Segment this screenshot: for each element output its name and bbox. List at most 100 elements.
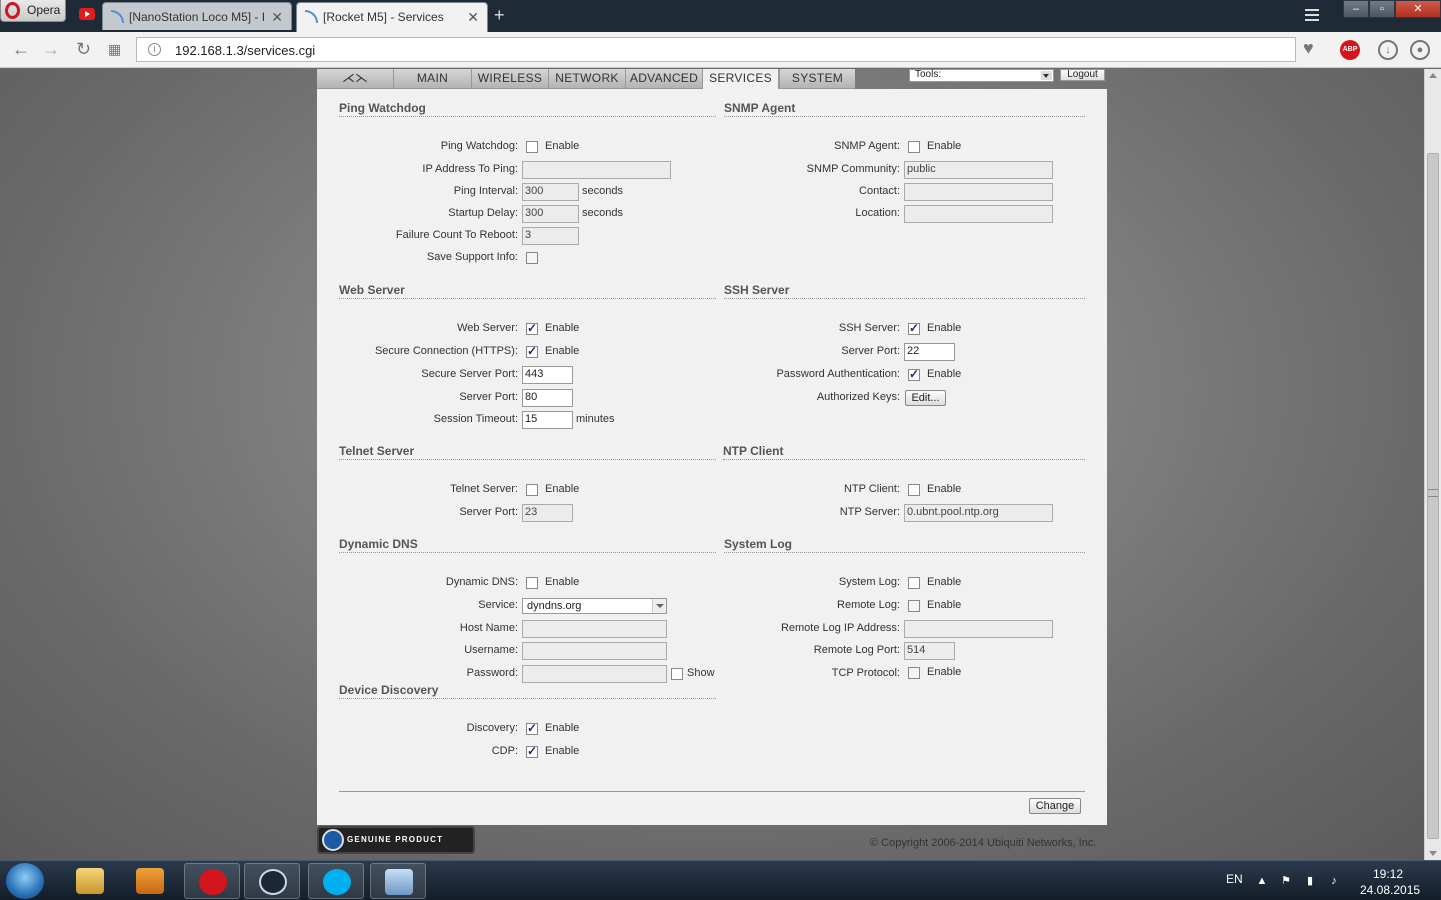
system-log-checkbox[interactable]	[908, 577, 920, 589]
action-center-icon[interactable]: ⚑	[1279, 874, 1293, 888]
web-port-input[interactable]: 80	[522, 389, 573, 407]
discovery-checkbox[interactable]	[526, 721, 538, 735]
language-indicator[interactable]: EN	[1226, 872, 1243, 886]
tools-select[interactable]: Tools:	[909, 69, 1054, 82]
ip-to-ping-label: IP Address To Ping:	[422, 163, 518, 175]
ddns-password-input[interactable]	[522, 665, 667, 683]
opera-menu-button[interactable]: Opera	[0, 0, 66, 22]
ip-to-ping-input[interactable]	[522, 161, 671, 179]
failure-count-input[interactable]: 3	[522, 227, 579, 245]
taskbar-steam[interactable]	[244, 863, 300, 899]
taskbar-skype[interactable]	[308, 863, 364, 899]
ssh-server-checkbox[interactable]	[908, 321, 920, 335]
snmp-agent-checkbox[interactable]	[908, 141, 920, 153]
network-icon[interactable]: ▮	[1303, 874, 1317, 888]
https-checkbox[interactable]	[526, 344, 538, 358]
speed-dial-icon[interactable]: ▦	[108, 41, 121, 58]
tab-network[interactable]: NETWORK	[548, 69, 625, 89]
telnet-server-checkbox[interactable]	[526, 484, 538, 496]
tab-advanced[interactable]: ADVANCED	[625, 69, 702, 89]
page-scrollbar[interactable]	[1424, 69, 1441, 860]
change-button[interactable]: Change	[1029, 798, 1081, 814]
address-input[interactable]: i 192.168.1.3/services.cgi	[136, 37, 1296, 62]
start-button[interactable]	[6, 863, 44, 899]
system-log-label: System Log:	[838, 576, 900, 588]
section-telnet-server: Telnet Server	[339, 444, 716, 460]
youtube-icon[interactable]	[79, 8, 95, 20]
edit-keys-button[interactable]: Edit...	[905, 390, 946, 406]
volume-icon[interactable]: ♪	[1327, 874, 1341, 888]
password-auth-checkbox[interactable]	[908, 367, 920, 381]
tab-menu-icon[interactable]	[1305, 9, 1319, 21]
secure-port-input[interactable]: 443	[522, 366, 573, 384]
remote-log-checkbox[interactable]	[908, 600, 920, 612]
tray-expand-icon[interactable]: ▲	[1255, 874, 1269, 888]
telnet-enable-label: Enable	[545, 483, 580, 495]
services-panel: Ping Watchdog Ping Watchdog: Enable IP A…	[317, 89, 1107, 825]
close-tab-icon[interactable]: ✕	[271, 9, 283, 26]
taskbar-explorer[interactable]	[62, 863, 118, 899]
ubiquiti-logo-icon[interactable]: ⋌⋋	[317, 69, 393, 89]
ntp-server-input[interactable]: 0.ubnt.pool.ntp.org	[904, 504, 1053, 522]
logout-button[interactable]: Logout	[1060, 69, 1105, 81]
minimize-icon[interactable]: –	[1343, 0, 1369, 18]
taskbar-media-player[interactable]	[122, 863, 178, 899]
scroll-up-icon[interactable]	[1429, 73, 1437, 78]
tcp-protocol-checkbox[interactable]	[908, 667, 920, 679]
heart-icon[interactable]: ♥	[1303, 38, 1323, 58]
ntp-client-checkbox[interactable]	[908, 484, 920, 496]
reload-icon[interactable]: ↻	[76, 39, 91, 60]
ping-interval-input[interactable]: 300	[522, 183, 579, 201]
startup-delay-input[interactable]: 300	[522, 205, 579, 223]
snmp-contact-input[interactable]	[904, 183, 1053, 201]
save-support-checkbox[interactable]	[526, 252, 538, 264]
ssh-port-input[interactable]: 22	[904, 343, 955, 361]
taskbar-remote-desktop[interactable]	[370, 863, 426, 899]
tab-nanostation[interactable]: [NanoStation Loco M5] - I ✕	[102, 2, 292, 30]
chevron-down-icon	[652, 599, 666, 613]
dynamic-dns-enable-label: Enable	[545, 576, 580, 588]
remote-log-ip-input[interactable]	[904, 620, 1053, 638]
tab-wireless[interactable]: WIRELESS	[471, 69, 548, 89]
remote-log-enable-label: Enable	[927, 599, 962, 611]
close-tab-icon[interactable]: ✕	[467, 9, 479, 26]
rss-icon	[111, 10, 124, 23]
remote-log-port-input[interactable]: 514	[904, 642, 955, 660]
snmp-community-input[interactable]: public	[904, 161, 1053, 179]
site-info-icon[interactable]: i	[148, 43, 161, 56]
session-timeout-input[interactable]: 15	[522, 411, 573, 429]
back-icon[interactable]: ←	[12, 39, 30, 60]
forward-icon[interactable]: →	[42, 39, 60, 60]
system-log-enable-label: Enable	[927, 576, 962, 588]
maximize-icon[interactable]: ▫	[1369, 0, 1395, 18]
ddns-username-label: Username:	[464, 644, 518, 656]
user-icon[interactable]: ●	[1410, 40, 1430, 60]
lock-icon	[322, 829, 344, 851]
cdp-checkbox[interactable]	[526, 744, 538, 758]
tab-services[interactable]: SERVICES	[702, 69, 779, 90]
clock-date[interactable]: 24.08.2015	[1360, 883, 1420, 897]
abp-icon[interactable]: ABP	[1340, 40, 1360, 60]
download-icon[interactable]: ↓	[1378, 40, 1398, 60]
dynamic-dns-checkbox[interactable]	[526, 577, 538, 589]
folder-icon	[76, 868, 104, 894]
web-server-checkbox[interactable]	[526, 321, 538, 335]
telnet-port-label: Server Port:	[459, 506, 518, 518]
ssh-port-label: Server Port:	[841, 345, 900, 357]
scroll-down-icon[interactable]	[1429, 851, 1437, 856]
taskbar-opera[interactable]	[184, 863, 240, 899]
tab-system[interactable]: SYSTEM	[779, 69, 855, 89]
snmp-location-input[interactable]	[904, 205, 1053, 223]
ping-watchdog-checkbox[interactable]	[526, 141, 538, 153]
new-tab-icon[interactable]: +	[494, 5, 505, 26]
clock-time[interactable]: 19:12	[1373, 867, 1403, 881]
ddns-username-input[interactable]	[522, 642, 667, 660]
ddns-host-input[interactable]	[522, 620, 667, 638]
show-password-checkbox[interactable]	[671, 668, 683, 680]
close-window-icon[interactable]: ✕	[1395, 0, 1441, 18]
web-server-enable-label: Enable	[545, 322, 580, 334]
tab-rocket[interactable]: [Rocket M5] - Services ✕	[296, 2, 488, 32]
ddns-service-select[interactable]: dyndns.org	[522, 598, 667, 614]
telnet-port-input[interactable]: 23	[522, 504, 573, 522]
tab-main[interactable]: MAIN	[393, 69, 471, 89]
